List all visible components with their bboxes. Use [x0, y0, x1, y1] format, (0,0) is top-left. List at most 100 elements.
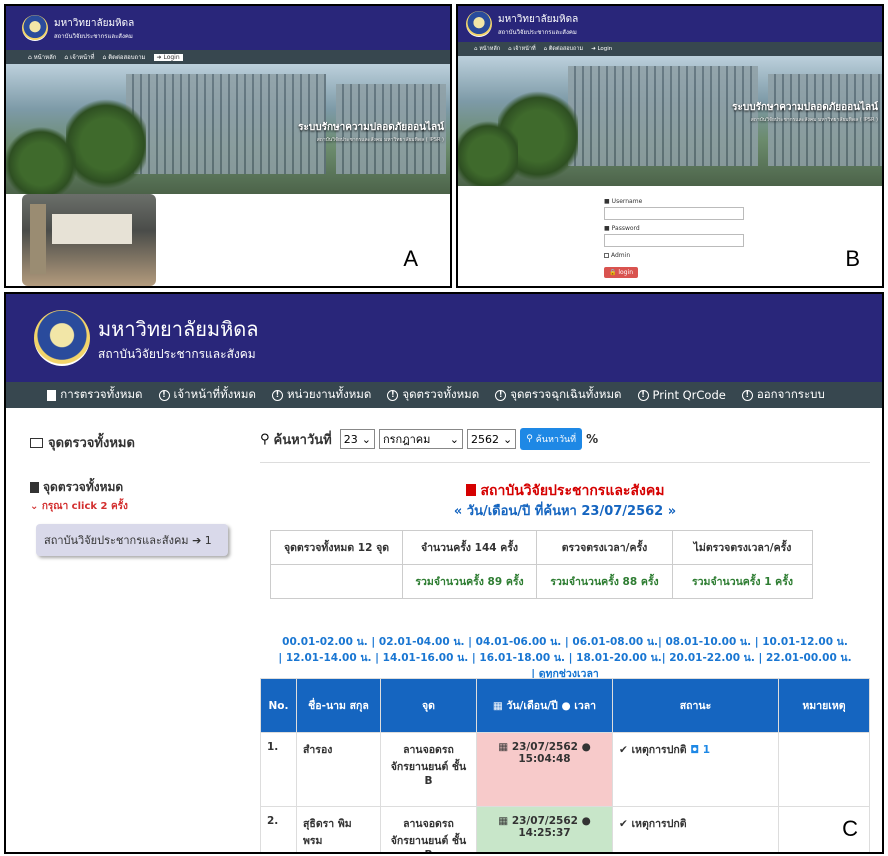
- summary-on-time: ตรวจตรงเวลา/ครั้ง: [536, 530, 673, 565]
- summary-total-sum: รวมจำนวนครั้ง 89 ครั้ง: [402, 564, 537, 599]
- nav-all-units[interactable]: ! หน่วยงานทั้งหมด: [271, 386, 371, 404]
- building-icon: [465, 484, 476, 496]
- password-input[interactable]: [604, 234, 744, 247]
- time-range-links[interactable]: 00.01-02.00 น. | 02.01-04.00 น. | 04.01-…: [260, 634, 870, 682]
- info-icon: !: [158, 389, 170, 401]
- top-nav: ⌂ หน้าหลัก ⌂ เจ้าหน้าที่ ⌂ ติดต่อสอบถาม …: [458, 42, 882, 56]
- password-label: ■ Password: [604, 225, 640, 232]
- clock-icon: ●: [581, 815, 591, 827]
- checks-table: No. ชื่อ-นาม สกุล จุด ▦ วัน/เดือน/ปี ● เ…: [260, 678, 870, 852]
- day-select[interactable]: 23 ⌄: [339, 429, 375, 449]
- search-button[interactable]: ⚲ ค้นหาวันที่: [520, 428, 583, 450]
- table-row[interactable]: 1. สำรอง ลานจอดรถ จักรยานยนต์ ชั้น B ▦ 2…: [260, 732, 870, 807]
- info-icon: !: [637, 389, 649, 401]
- username-input[interactable]: [604, 207, 744, 220]
- info-icon: !: [495, 389, 507, 401]
- hero-title: ระบบรักษาความปลอดภัยออนไลน์: [298, 122, 444, 133]
- note-cell: [778, 732, 870, 807]
- clock-icon: ●: [581, 741, 591, 753]
- site-header: มหาวิทยาลัยมหิดล สถาบันวิจัยประชากรและสั…: [6, 294, 882, 382]
- nav-home[interactable]: ⌂ หน้าหลัก: [474, 45, 500, 53]
- hero-banner: ระบบรักษาความปลอดภัยออนไลน์ สถาบันวิจัยป…: [6, 64, 450, 194]
- status-cell: ✔ เหตุการปกติ: [612, 806, 779, 852]
- institute-name: สถาบันวิจัยประชากรและสังคม: [98, 346, 256, 361]
- calendar-icon: ▦: [492, 700, 503, 712]
- month-select[interactable]: กรกฎาคม ⌄: [378, 429, 463, 449]
- login-form: ■ Username ■ Password Admin 🔒 login: [604, 198, 744, 278]
- sidebar-item[interactable]: สถาบันวิจัยประชากรและสังคม ➔ 1: [36, 524, 228, 556]
- nav-contact[interactable]: ⌂ ติดต่อสอบถาม: [102, 52, 145, 62]
- building-icon: [30, 482, 39, 493]
- arrow-circle-icon: ➔: [192, 534, 202, 547]
- summary-total-count: จำนวนครั้ง 144 ครั้ง: [402, 530, 537, 565]
- search-bar: ⚲ ค้นหาวันที่ 23 ⌄ กรกฎาคม ⌄ 2562 ⌄ ⚲ ค้นหาว…: [260, 428, 598, 450]
- col-no: No.: [260, 678, 297, 733]
- sidebar-title: จุดตรวจทั้งหมด: [30, 478, 240, 497]
- datetime-cell: ▦ 23/07/2562 ● 15:04:48: [476, 732, 613, 807]
- university-name: มหาวิทยาลัยมหิดล: [54, 17, 135, 29]
- summary-on-time-sum: รวมจำนวนครั้ง 88 ครั้ง: [536, 564, 673, 599]
- nav-contact[interactable]: ⌂ ติดต่อสอบถาม: [544, 45, 583, 53]
- check-circle-icon: ✔: [619, 818, 628, 830]
- nav-emergency-points[interactable]: ! จุดตรวจฉุกเฉินทั้งหมด: [495, 386, 622, 404]
- institute-name: สถาบันวิจัยประชากรและสังคม: [498, 28, 577, 36]
- col-point: จุด: [380, 678, 477, 733]
- info-icon: !: [271, 389, 283, 401]
- summary-empty: [270, 564, 403, 599]
- org-title: สถาบันวิจัยประชากรและสังคม: [260, 480, 870, 502]
- panel-label: B: [845, 246, 860, 271]
- university-logo: [466, 11, 492, 37]
- username-label: ■ Username: [604, 198, 643, 205]
- datetime-cell: ▦ 23/07/2562 ● 14:25:37: [476, 806, 613, 852]
- panel-label: C: [842, 816, 858, 841]
- chevron-down-icon: ⌄: [361, 432, 371, 446]
- summary-late-sum: รวมจำนวนครั้ง 1 ครั้ง: [672, 564, 813, 599]
- search-label: ค้นหาวันที่: [273, 432, 332, 448]
- university-name: มหาวิทยาลัยมหิดล: [98, 316, 259, 341]
- nav-all-checks[interactable]: การตรวจทั้งหมด: [47, 386, 143, 404]
- nav-staff[interactable]: ⌂ เจ้าหน้าที่: [508, 45, 536, 53]
- institute-name: สถาบันวิจัยประชากรและสังคม: [54, 32, 133, 40]
- percent-label: %: [586, 432, 599, 446]
- year-select[interactable]: 2562 ⌄: [466, 429, 517, 449]
- lock-icon: ■: [604, 225, 610, 232]
- summary-total-points: จุดตรวจทั้งหมด 12 จุด: [270, 530, 403, 565]
- divider: [260, 462, 870, 463]
- nav-print-qr[interactable]: ! Print QrCode: [637, 388, 726, 402]
- nav-all-staff[interactable]: ! เจ้าหน้าที่ทั้งหมด: [158, 386, 256, 404]
- status-cell: ✔ เหตุการปกติ ◘ 1: [612, 732, 779, 807]
- col-status: สถานะ: [612, 678, 779, 733]
- nav-logout[interactable]: ! ออกจากระบบ: [741, 386, 825, 404]
- nav-login[interactable]: ➜ Login: [153, 53, 183, 61]
- col-note: หมายเหตุ: [778, 678, 870, 733]
- id-card-icon: [30, 437, 43, 448]
- hero-banner: ระบบรักษาความปลอดภัยออนไลน์ สถาบันวิจัยป…: [458, 56, 882, 186]
- hero-title: ระบบรักษาความปลอดภัยออนไลน์: [732, 102, 878, 113]
- chevron-down-icon: ⌄: [449, 432, 459, 446]
- col-datetime: ▦ วัน/เดือน/ปี ● เวลา: [476, 678, 613, 733]
- nav-home[interactable]: ⌂ หน้าหลัก: [28, 52, 56, 62]
- panel-b: มหาวิทยาลัยมหิดล สถาบันวิจัยประชากรและสั…: [456, 4, 884, 288]
- panel-a: มหาวิทยาลัยมหิดล สถาบันวิจัยประชากรและสั…: [4, 4, 452, 288]
- user-icon: ■: [604, 198, 610, 205]
- admin-checkbox[interactable]: Admin: [604, 252, 744, 259]
- info-icon: !: [741, 389, 753, 401]
- university-logo: [34, 310, 90, 366]
- site-header: มหาวิทยาลัยมหิดล สถาบันวิจัยประชากรและสั…: [458, 6, 882, 42]
- nav-staff[interactable]: ⌂ เจ้าหน้าที่: [64, 52, 94, 62]
- sidebar-hint: ⌄ กรุณา click 2 ครั้ง: [30, 501, 128, 512]
- nav-all-points[interactable]: ! จุดตรวจทั้งหมด: [387, 386, 479, 404]
- camera-icon[interactable]: ◘: [690, 744, 699, 756]
- top-nav: ⌂ หน้าหลัก ⌂ เจ้าหน้าที่ ⌂ ติดต่อสอบถาม …: [6, 50, 450, 64]
- page-title: จุดตรวจทั้งหมด: [30, 432, 135, 453]
- panel-label: A: [403, 246, 418, 271]
- panel-c: มหาวิทยาลัยมหิดล สถาบันวิจัยประชากรและสั…: [4, 292, 884, 854]
- table-row[interactable]: 2. สุธิดรา พิม พรม ลานจอดรถ จักรยานยนต์ …: [260, 806, 870, 852]
- search-icon: ⚲: [526, 434, 533, 444]
- login-button[interactable]: 🔒 login: [604, 267, 639, 278]
- calendar-icon: ▦: [498, 741, 509, 753]
- nav-login[interactable]: ➜ Login: [591, 46, 612, 52]
- site-header: มหาวิทยาลัยมหิดล สถาบันวิจัยประชากรและสั…: [6, 6, 450, 50]
- clipboard-icon: [47, 389, 57, 401]
- sidebar: จุดตรวจทั้งหมด ⌄ กรุณา click 2 ครั้ง สถา…: [30, 478, 240, 556]
